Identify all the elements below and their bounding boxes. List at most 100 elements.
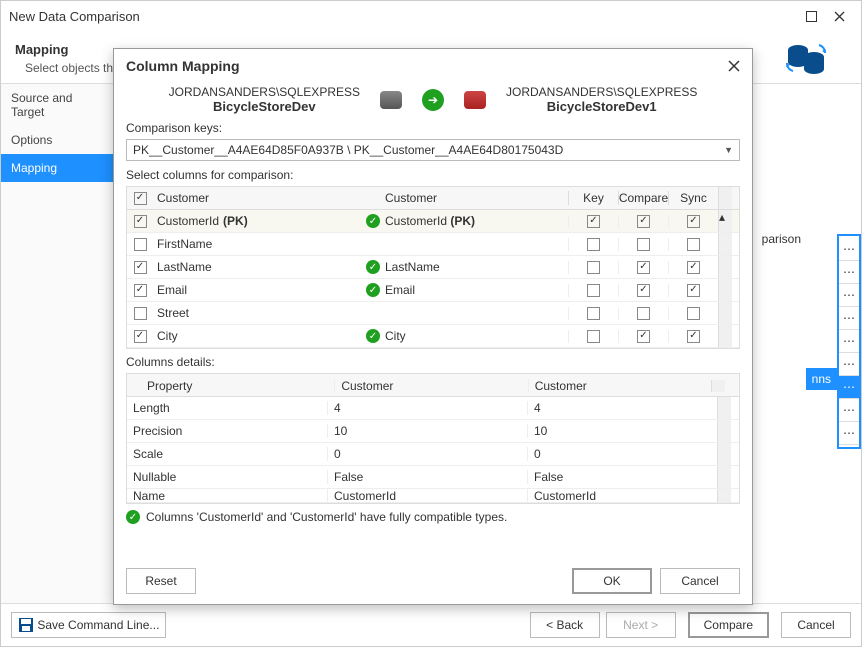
dialog-header-direction: JORDANSANDERS\SQLEXPRESS BicycleStoreDev… (114, 83, 752, 118)
grid-row[interactable]: ✓LastName ✓LastName ✓✓ (127, 256, 739, 279)
detail-value-b: False (527, 470, 717, 484)
row-checkbox[interactable]: ✓ (134, 284, 147, 297)
row-action-button[interactable]: ⋯ (839, 330, 859, 353)
right-column-cell: CustomerId (PK) (383, 214, 568, 228)
left-column-cell: Email (153, 283, 363, 297)
reset-button[interactable]: Reset (126, 568, 196, 594)
ok-icon: ✓ (366, 214, 380, 228)
detail-value-a: CustomerId (327, 489, 527, 503)
sidebar-item-source-target[interactable]: Source and Target (1, 84, 115, 126)
scrollbar[interactable] (717, 443, 731, 465)
row-action-button[interactable]: ⋯ (839, 376, 859, 399)
ok-button[interactable]: OK (572, 568, 652, 594)
grid-row[interactable]: ✓Email ✓Email ✓✓ (127, 279, 739, 302)
row-checkbox[interactable] (134, 238, 147, 251)
dialog-cancel-button[interactable]: Cancel (660, 568, 740, 594)
right-column-cell: Email (383, 283, 568, 297)
compare-button[interactable]: Compare (688, 612, 769, 638)
row-action-button[interactable]: ⋯ (839, 261, 859, 284)
grid-row[interactable]: FirstName (127, 233, 739, 256)
database-icon (464, 91, 486, 109)
detail-property: Scale (127, 447, 327, 461)
scrollbar[interactable]: ▴ (718, 210, 732, 232)
row-checkbox[interactable]: ✓ (134, 215, 147, 228)
save-command-line-button[interactable]: Save Command Line... (11, 612, 166, 638)
dialog-close-button[interactable] (728, 60, 740, 72)
grid-head-left: Customer (153, 191, 363, 205)
window-maximize-button[interactable] (797, 2, 825, 30)
compare-checkbox[interactable] (637, 307, 650, 320)
cancel-button[interactable]: Cancel (781, 612, 851, 638)
sync-checkbox[interactable] (687, 307, 700, 320)
chevron-down-icon: ▼ (724, 145, 733, 155)
row-checkbox[interactable]: ✓ (134, 330, 147, 343)
select-columns-label: Select columns for comparison: (114, 165, 752, 184)
bg-selected-row-tag[interactable]: nns (806, 368, 837, 390)
scrollbar[interactable] (718, 233, 732, 255)
key-checkbox[interactable] (587, 330, 600, 343)
sync-checkbox[interactable]: ✓ (687, 330, 700, 343)
row-checkbox[interactable]: ✓ (134, 261, 147, 274)
wizard-footer: Save Command Line... < Back Next > Compa… (1, 604, 861, 646)
detail-property: Name (127, 489, 327, 503)
key-checkbox[interactable] (587, 307, 600, 320)
window-close-button[interactable] (825, 2, 853, 30)
detail-value-a: False (327, 470, 527, 484)
compare-checkbox[interactable]: ✓ (637, 261, 650, 274)
compare-checkbox[interactable] (637, 238, 650, 251)
left-column-cell: City (153, 329, 363, 343)
details-head-property: Property (141, 379, 334, 393)
scrollbar[interactable] (718, 256, 732, 278)
detail-property: Length (127, 401, 327, 415)
sync-checkbox[interactable]: ✓ (687, 215, 700, 228)
compatibility-status: ✓ Columns 'CustomerId' and 'CustomerId' … (126, 510, 740, 524)
scrollbar[interactable] (717, 489, 731, 502)
left-column-cell: CustomerId (PK) (153, 214, 363, 228)
grid-row[interactable]: ✓City ✓City ✓✓ (127, 325, 739, 348)
database-icon (380, 91, 402, 109)
row-action-button[interactable]: ⋯ (839, 353, 859, 376)
scrollbar[interactable] (718, 279, 732, 301)
grid-row[interactable]: ✓CustomerId (PK)✓CustomerId (PK)✓✓✓▴ (127, 210, 739, 233)
select-all-checkbox[interactable]: ✓ (134, 192, 147, 205)
grid-head-right: Customer (383, 191, 568, 205)
compare-checkbox[interactable]: ✓ (637, 215, 650, 228)
grid-row[interactable]: Street (127, 302, 739, 325)
key-checkbox[interactable]: ✓ (587, 215, 600, 228)
row-checkbox[interactable] (134, 307, 147, 320)
window-title: New Data Comparison (9, 9, 797, 24)
key-checkbox[interactable] (587, 261, 600, 274)
sidebar-item-mapping[interactable]: Mapping (1, 154, 115, 182)
sidebar-item-options[interactable]: Options (1, 126, 115, 154)
columns-details-label: Columns details: (126, 355, 740, 369)
row-action-button[interactable]: ⋯ (839, 238, 859, 261)
detail-property: Precision (127, 424, 327, 438)
scrollbar[interactable] (717, 397, 731, 419)
row-action-button[interactable]: ⋯ (839, 422, 859, 445)
back-button[interactable]: < Back (530, 612, 600, 638)
sync-checkbox[interactable] (687, 238, 700, 251)
row-action-button[interactable]: ⋯ (839, 307, 859, 330)
left-column-cell: FirstName (153, 237, 363, 251)
sync-checkbox[interactable]: ✓ (687, 261, 700, 274)
key-checkbox[interactable] (587, 238, 600, 251)
next-button[interactable]: Next > (606, 612, 676, 638)
compare-checkbox[interactable]: ✓ (637, 330, 650, 343)
left-column-cell: Street (153, 306, 363, 320)
detail-value-b: 10 (527, 424, 717, 438)
detail-value-b: 0 (527, 447, 717, 461)
row-action-button[interactable]: ⋯ (839, 399, 859, 422)
scrollbar[interactable] (717, 420, 731, 442)
status-text: Columns 'CustomerId' and 'CustomerId' ha… (146, 510, 507, 524)
scrollbar[interactable] (718, 302, 732, 324)
right-column-cell: City (383, 329, 568, 343)
row-action-button[interactable]: ⋯ (839, 284, 859, 307)
details-row: Precision1010 (127, 420, 739, 443)
scrollbar[interactable] (718, 325, 732, 347)
scrollbar[interactable] (717, 466, 731, 488)
compare-checkbox[interactable]: ✓ (637, 284, 650, 297)
sync-checkbox[interactable]: ✓ (687, 284, 700, 297)
ok-icon: ✓ (366, 329, 380, 343)
comparison-keys-dropdown[interactable]: PK__Customer__A4AE64D85F0A937B \ PK__Cus… (126, 139, 740, 161)
key-checkbox[interactable] (587, 284, 600, 297)
